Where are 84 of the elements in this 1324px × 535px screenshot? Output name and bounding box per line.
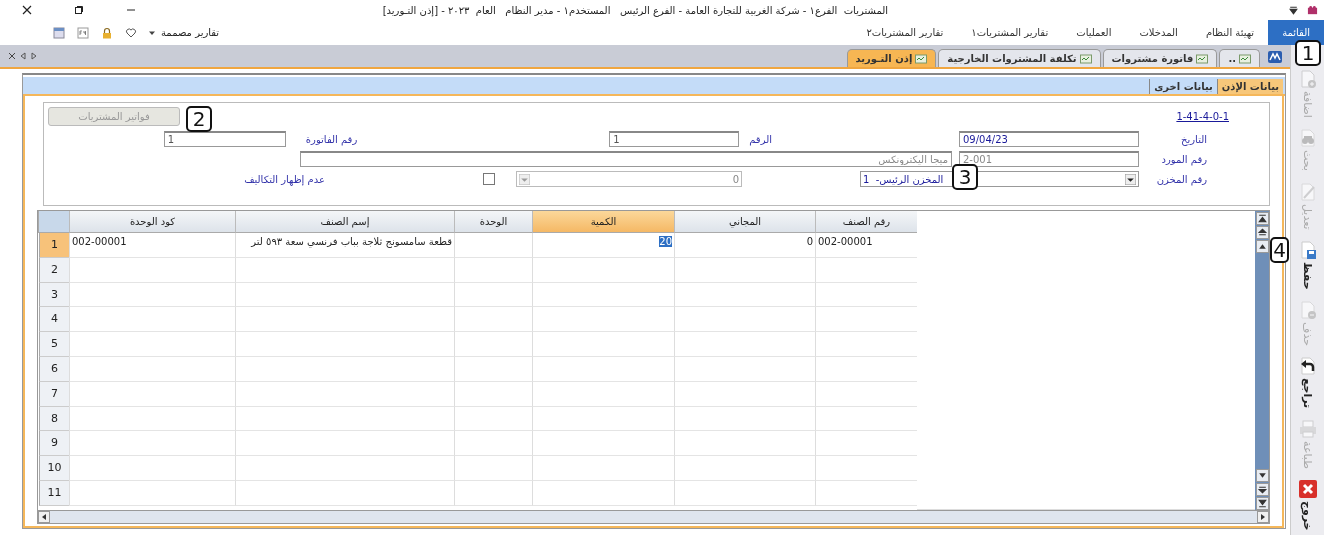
f4-key-icon[interactable] <box>77 26 89 39</box>
scroll-right-icon[interactable] <box>1257 511 1269 523</box>
invoice-number-field[interactable]: 1 <box>163 131 286 147</box>
row-number[interactable]: 5 <box>39 332 69 357</box>
field-label: رقم المورد <box>1160 153 1208 165</box>
menu-tab[interactable]: تهيئة النظام <box>1191 20 1269 45</box>
column-header[interactable]: الوحدة <box>454 211 532 233</box>
column-header[interactable]: الكمية <box>532 211 674 233</box>
close-icon[interactable] <box>8 52 16 60</box>
grid-corner <box>38 211 69 233</box>
app-logo-icon[interactable] <box>1268 51 1282 63</box>
chart-icon <box>1196 53 1209 64</box>
row-number[interactable]: 1 <box>39 233 69 258</box>
table-cell: 20 <box>532 233 674 258</box>
row-number[interactable]: 6 <box>39 357 69 382</box>
toolbar-button[interactable]: تراجع <box>1291 356 1324 409</box>
row-number[interactable]: 11 <box>39 480 69 506</box>
dropdown-arrow-icon[interactable] <box>1125 173 1136 185</box>
document-tab[interactable]: إذن التـوريد <box>846 49 937 67</box>
checkbox[interactable] <box>483 173 495 185</box>
scroll-first-icon[interactable] <box>1255 212 1269 225</box>
column-header[interactable]: كود الوحدة <box>69 211 235 233</box>
record-code-link[interactable]: 1-41-4-0-1 <box>1176 110 1229 122</box>
form-tab[interactable]: بيانات اخرى <box>1149 79 1217 94</box>
chart-icon <box>1079 53 1092 64</box>
close-icon[interactable] <box>22 5 32 15</box>
menu-tab[interactable]: العمليات <box>1062 20 1126 45</box>
supplier-number-field[interactable]: 2-001 <box>959 151 1139 167</box>
column-header[interactable]: رقم الصنف <box>815 211 917 233</box>
callout-number: 3 <box>952 164 978 190</box>
heart-icon[interactable] <box>125 26 137 39</box>
toolbar-button[interactable]: خروج <box>1291 479 1324 531</box>
field-label: التاريخ <box>1180 133 1208 145</box>
callout-number: 1 <box>1295 40 1321 66</box>
dropdown-icon[interactable] <box>1288 4 1299 16</box>
secondary-dropdown[interactable]: 0 <box>516 171 742 187</box>
document-tab[interactable]: .. <box>1219 49 1260 67</box>
horizontal-scrollbar[interactable] <box>38 510 1269 523</box>
menu-tab[interactable]: تقارير المشتريات٢ <box>852 20 958 45</box>
field-label: رقم المخزن <box>1155 173 1208 185</box>
lock-icon[interactable] <box>101 26 113 39</box>
scroll-last-icon[interactable] <box>1255 497 1269 510</box>
row-number[interactable]: 7 <box>39 381 69 407</box>
window-title: المشتريات الفرع١ - شركة الغربية للتجارة العامة - الفرع الرئيس المستخدم١ - مدير النظام العام ٢٠٢٣ - [إذن التـوريد] <box>381 4 889 16</box>
supplier-name-field[interactable]: ميجا اليكترونكس <box>300 151 952 167</box>
menu-tab[interactable]: تقارير المشتريات١ <box>957 20 1063 45</box>
scroll-page-up-icon[interactable] <box>1255 226 1269 239</box>
scroll-down-icon[interactable] <box>1255 469 1269 482</box>
chart-icon <box>915 53 928 64</box>
document-tab[interactable]: تكلفة المشتروات الخارجية <box>938 49 1101 67</box>
field-label: رقم الفاتورة <box>305 133 358 145</box>
print-icon <box>1297 419 1318 440</box>
table-cell: قطعة سامسونج ثلاجة بباب فرنسي سعة ٥٩٣ لتر <box>235 233 454 258</box>
form-tab[interactable]: بيانات الإذن <box>1216 79 1283 94</box>
callout-number: 2 <box>186 106 212 132</box>
menu-tab[interactable]: القائمة <box>1268 20 1324 45</box>
field-label: الرقم <box>749 133 772 145</box>
chart-icon <box>1239 53 1251 64</box>
checkbox-label: عدم إظهار التكاليف <box>244 173 325 185</box>
row-number[interactable]: 4 <box>39 307 69 333</box>
restore-icon[interactable] <box>74 5 84 15</box>
toolbar-button[interactable]: حفظ <box>1291 239 1324 290</box>
calendar-icon[interactable] <box>53 26 65 39</box>
row-number[interactable]: 9 <box>39 431 69 457</box>
scroll-page-down-icon[interactable] <box>1255 483 1269 496</box>
exit-icon <box>1297 479 1318 500</box>
document-tab[interactable]: فاتورة مشتروات <box>1102 49 1218 67</box>
scroll-up-icon[interactable] <box>1255 240 1269 253</box>
designed-reports-menu[interactable]: تقارير مصممة <box>161 27 220 38</box>
row-number[interactable]: 8 <box>39 406 69 432</box>
column-header[interactable]: المجاني <box>674 211 815 233</box>
vertical-scrollbar[interactable] <box>1255 211 1269 510</box>
caret-icon <box>149 29 155 36</box>
table-cell: 0 <box>674 233 815 258</box>
column-header[interactable]: إسم الصنف <box>235 211 454 233</box>
row-number[interactable]: 2 <box>39 257 69 283</box>
row-number[interactable]: 3 <box>39 282 69 308</box>
date-field[interactable]: 09/04/23 <box>959 131 1139 147</box>
row-number[interactable]: 10 <box>39 456 69 481</box>
callout-number: 4 <box>1270 237 1289 263</box>
app-icon <box>1307 4 1318 16</box>
menu-tab[interactable]: المدخلات <box>1125 20 1192 45</box>
number-field[interactable]: 1 <box>609 131 740 147</box>
scroll-left-icon[interactable] <box>38 511 50 523</box>
